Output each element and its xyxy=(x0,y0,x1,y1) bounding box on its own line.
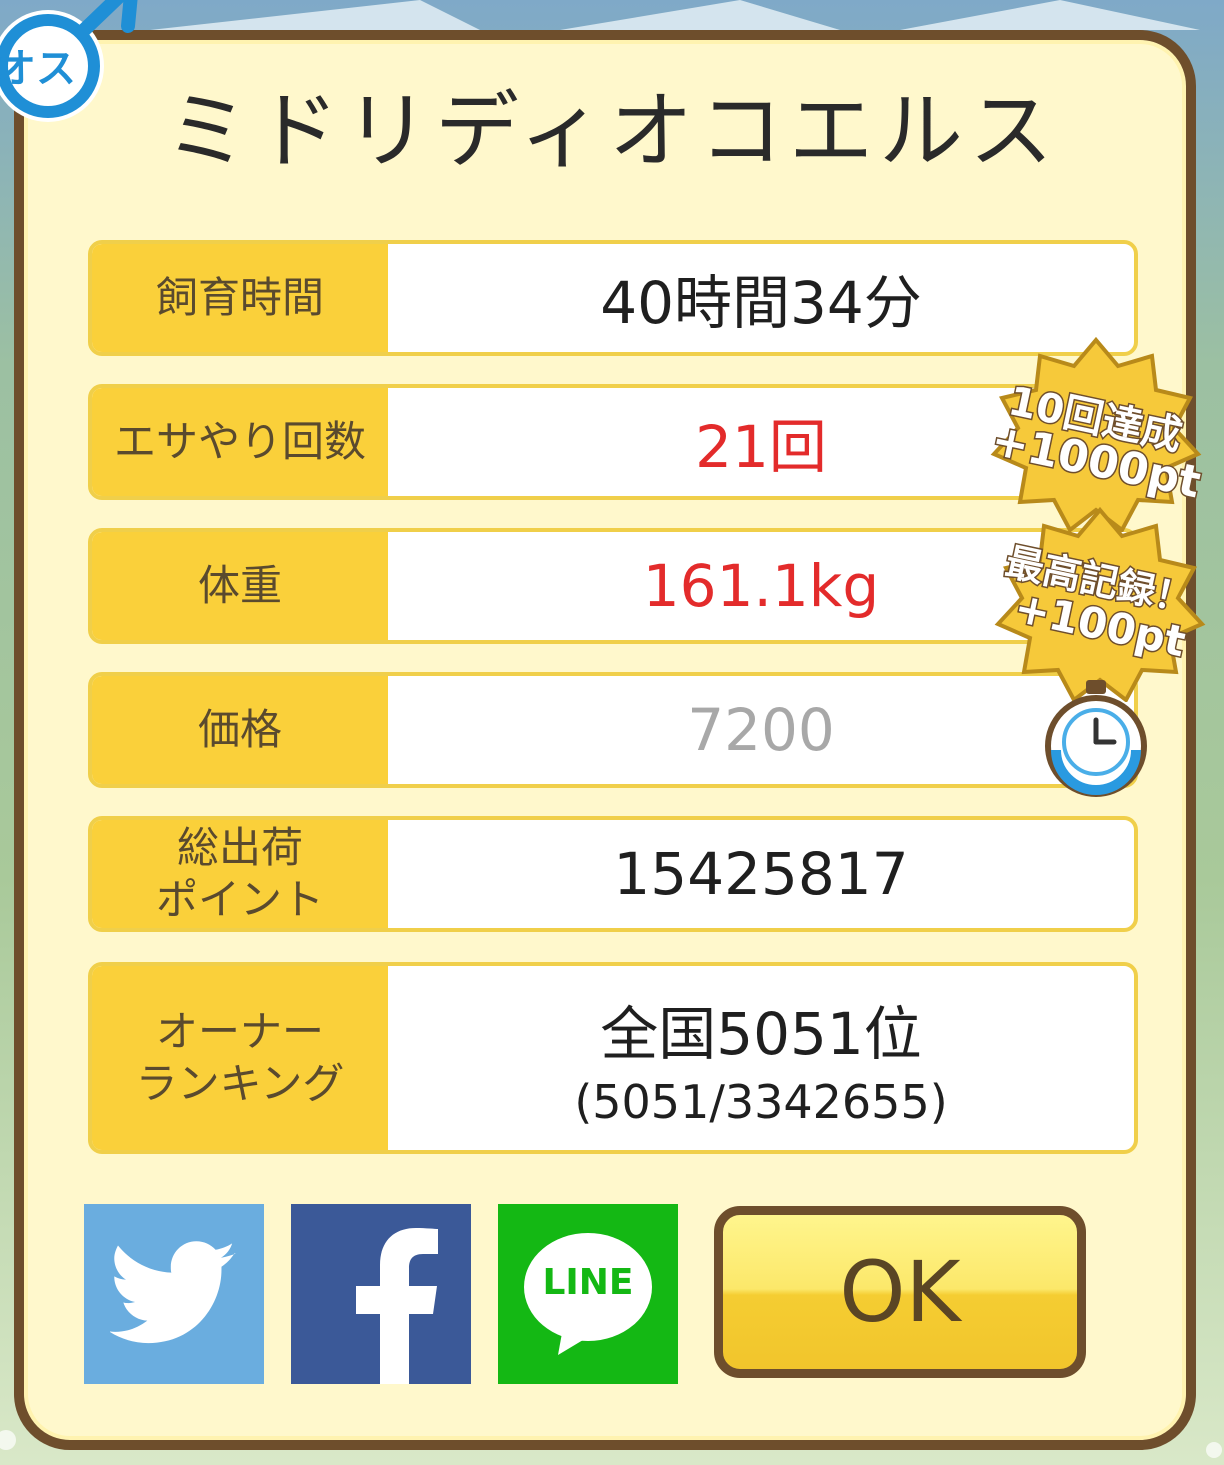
ranking-detail: (5051/3342655) xyxy=(574,1075,948,1129)
achievement-medal-record: 最高記録！ +100pt xyxy=(990,506,1210,704)
line-logo-text: LINE xyxy=(542,1262,634,1303)
achievement-medal-feed: 10回達成 +1000pt xyxy=(986,336,1206,534)
stopwatch-icon xyxy=(1045,680,1147,797)
stat-label: 飼育時間 xyxy=(92,244,388,352)
ranking-value: 全国5051位 xyxy=(600,1000,922,1068)
stat-row-owner-ranking: オーナー ランキング 全国5051位 (5051/3342655) xyxy=(88,962,1138,1154)
facebook-icon xyxy=(356,1228,438,1384)
line-share-button[interactable]: LINE xyxy=(498,1204,678,1384)
stat-label: オーナー ランキング xyxy=(92,966,388,1150)
ok-button[interactable]: OK xyxy=(714,1206,1086,1378)
stat-row-total-shipping-points: 総出荷 ポイント 15425817 xyxy=(88,816,1138,932)
stat-label: エサやり回数 xyxy=(92,388,388,496)
twitter-share-button[interactable] xyxy=(84,1204,264,1384)
twitter-icon xyxy=(110,1241,236,1344)
pet-name-title: ミドリディオコエルス xyxy=(164,82,1060,180)
stat-row-breeding-time: 飼育時間 40時間34分 xyxy=(88,240,1138,356)
stat-label: 総出荷 ポイント xyxy=(92,820,388,928)
stat-label: 体重 xyxy=(92,532,388,640)
stat-value-group: 全国5051位 (5051/3342655) xyxy=(388,966,1134,1150)
stat-row-price: 価格 7200 xyxy=(88,672,1138,788)
facebook-share-button[interactable] xyxy=(291,1204,471,1384)
stat-label: 価格 xyxy=(92,676,388,784)
stat-value: 15425817 xyxy=(613,840,909,908)
stat-row-feed-count: エサやり回数 21回 xyxy=(88,384,1138,500)
stat-row-weight: 体重 161.1kg xyxy=(88,528,1138,644)
